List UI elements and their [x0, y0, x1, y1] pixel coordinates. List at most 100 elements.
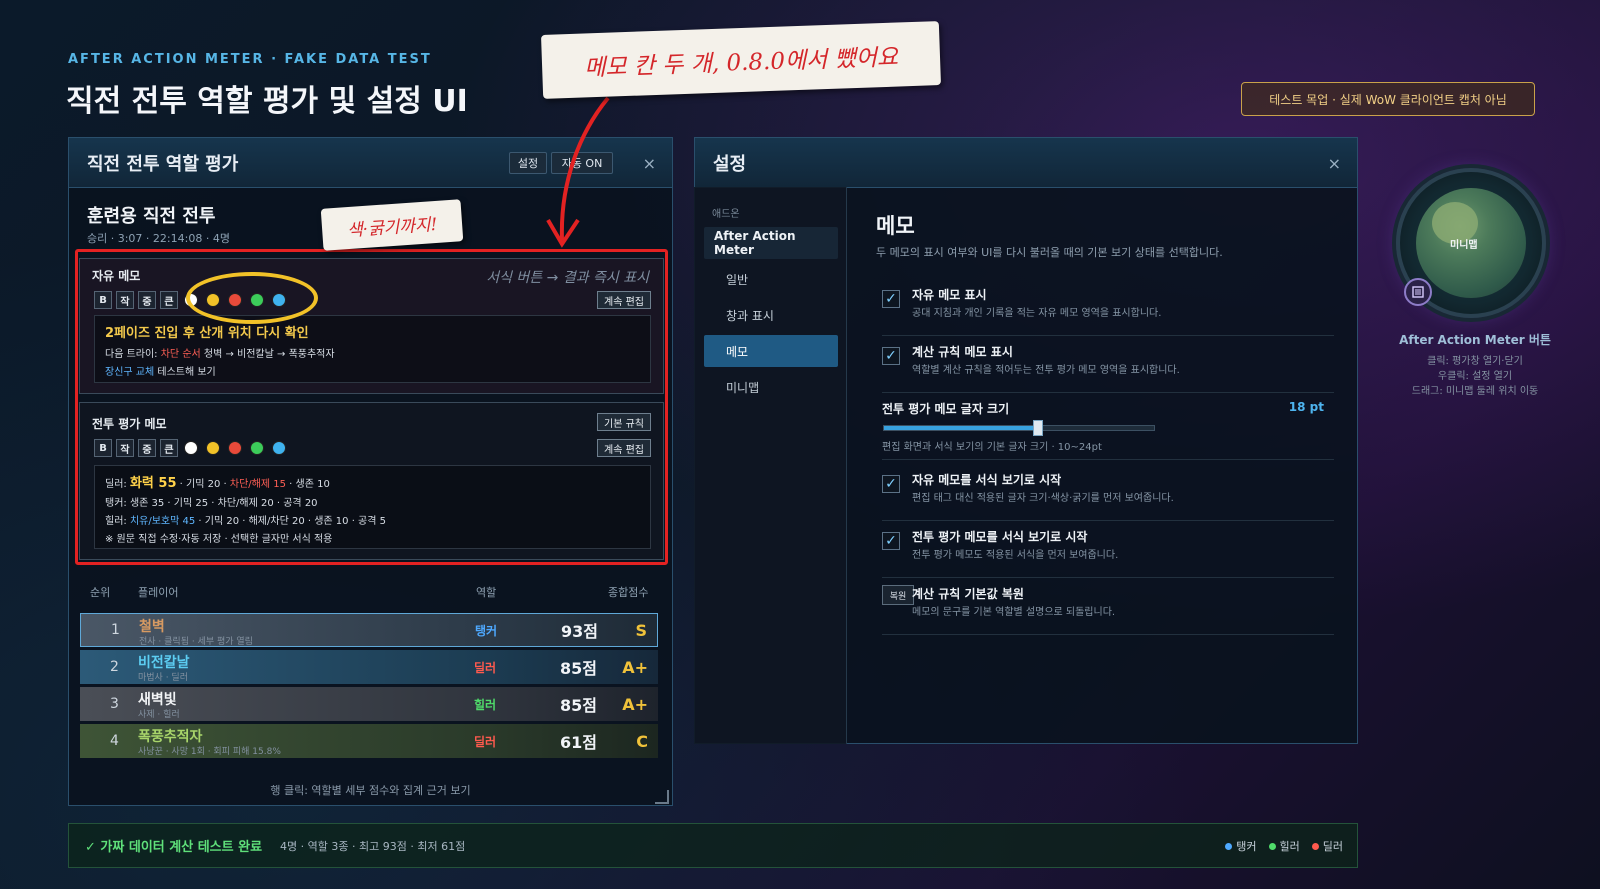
- grade-badge: A+: [622, 694, 648, 714]
- nav-item-general[interactable]: 일반: [704, 263, 838, 295]
- status-stats: 4명 · 역할 3종 · 최고 93점 · 최저 61점: [280, 839, 466, 853]
- size-small-button[interactable]: 작: [116, 439, 134, 457]
- session-name: 훈련용 직전 전투: [87, 206, 216, 227]
- section-description: 두 메모의 표시 여부와 UI를 다시 불러올 때의 기본 보기 상태를 선택합…: [876, 246, 1223, 259]
- bold-button[interactable]: B: [94, 439, 112, 457]
- slider-fill: [884, 426, 1039, 430]
- color-red-swatch[interactable]: [228, 441, 242, 455]
- grade-badge: A+: [622, 657, 648, 677]
- free-memo-line1: 2페이즈 진입 후 산개 위치 다시 확인: [105, 326, 309, 341]
- status-footer: ✓ 가짜 데이터 계산 테스트 완료 4명 · 역할 3종 · 최고 93점 ·…: [68, 823, 1358, 868]
- size-medium-button[interactable]: 중: [138, 291, 156, 309]
- battle-memo-edit-button[interactable]: 계속 편집: [597, 439, 651, 457]
- minimap-label: 미니맵: [1450, 240, 1478, 251]
- checkbox[interactable]: ✓: [882, 532, 900, 550]
- battle-memo-toolbar: B 작 중 큰: [94, 439, 288, 457]
- color-white-swatch[interactable]: [184, 293, 198, 307]
- option-restore-defaults: 복원 계산 규칙 기본값 복원 메모의 문구를 기본 역할별 설명으로 되돌립니…: [882, 585, 1334, 635]
- nav-item-addon[interactable]: After Action Meter: [704, 227, 838, 259]
- nav-item-window[interactable]: 창과 표시: [704, 299, 838, 331]
- col-role: 역할: [476, 586, 497, 599]
- minimap-button-title: After Action Meter 버튼: [1399, 333, 1551, 347]
- warning-badge: 테스트 목업 · 실제 WoW 클라이언트 캡처 아님: [1241, 82, 1535, 116]
- slider-knob[interactable]: [1033, 420, 1044, 436]
- color-yellow-swatch[interactable]: [206, 441, 220, 455]
- col-rank: 순위: [90, 586, 111, 599]
- bold-button[interactable]: B: [94, 291, 112, 309]
- battle-memo-note: ※ 원문 직접 수정·자동 저장 · 선택한 글자만 서식 적용: [105, 534, 333, 545]
- free-memo-hint: 서식 버튼 → 결과 즉시 표시: [486, 270, 649, 286]
- close-icon[interactable]: ×: [1328, 154, 1341, 173]
- size-medium-button[interactable]: 중: [138, 439, 156, 457]
- battle-memo-box: 전투 평가 메모 기본 규칙 B 작 중 큰 계속 편집 딜러: 화력 55 ·…: [79, 402, 664, 560]
- col-player: 플레이어: [138, 586, 179, 599]
- free-memo-box: 자유 메모 서식 버튼 → 결과 즉시 표시 B 작 중 큰 계속 편집 2페이…: [79, 258, 664, 394]
- free-memo-line2: 다음 트라이: 차단 순서 청벽 → 비전칼날 → 폭풍추적자: [105, 349, 335, 360]
- table-row[interactable]: 3 새벽빛 사제 · 힐러 힐러 85점 A+: [80, 687, 658, 721]
- legend-item: 힐러: [1268, 838, 1300, 854]
- eval-panel-title: 직전 전투 역할 평가: [87, 153, 239, 175]
- nav-item-memo[interactable]: 메모: [704, 335, 838, 367]
- session-meta: 승리 · 3:07 · 22:14:08 · 4명: [87, 232, 230, 245]
- color-blue-swatch[interactable]: [272, 441, 286, 455]
- color-green-swatch[interactable]: [250, 293, 264, 307]
- free-memo-edit-button[interactable]: 계속 편집: [597, 291, 651, 309]
- nav-item-minimap[interactable]: 미니맵: [704, 371, 838, 403]
- close-icon[interactable]: ×: [643, 154, 656, 173]
- slider-value: 18 pt: [1288, 400, 1324, 414]
- list-icon[interactable]: [1404, 278, 1432, 306]
- battle-memo-content[interactable]: 딜러: 화력 55 · 기믹 20 · 차단/해제 15 · 생존 10 탱커:…: [94, 465, 651, 549]
- size-large-button[interactable]: 큰: [160, 439, 178, 457]
- status-ok: ✓ 가짜 데이터 계산 테스트 완료: [85, 840, 263, 855]
- grade-badge: S: [635, 620, 647, 640]
- option-battle-memo-format-view: ✓ 전투 평가 메모를 서식 보기로 시작 전투 평가 메모도 적용된 서식을 …: [882, 528, 1334, 578]
- color-white-swatch[interactable]: [184, 441, 198, 455]
- battle-memo-heal: 힐러: 치유/보호막 45 · 기믹 20 · 해제/차단 20 · 생존 10…: [105, 516, 386, 527]
- resize-handle-icon[interactable]: [655, 790, 669, 804]
- section-title: 메모: [876, 214, 915, 238]
- checkbox[interactable]: ✓: [882, 347, 900, 365]
- role-legend: 탱커 힐러 딜러: [1225, 838, 1343, 854]
- legend-item: 탱커: [1225, 838, 1257, 854]
- legend-item: 딜러: [1311, 838, 1343, 854]
- annotation-note-top: 메모 칸 두 개, 0.8.0에서 뺐어요: [541, 21, 941, 99]
- size-small-button[interactable]: 작: [116, 291, 134, 309]
- battle-memo-label: 전투 평가 메모: [92, 417, 167, 431]
- color-blue-swatch[interactable]: [272, 293, 286, 307]
- color-green-swatch[interactable]: [250, 441, 264, 455]
- color-yellow-swatch[interactable]: [206, 293, 220, 307]
- table-row[interactable]: 4 폭풍추적자 사냥꾼 · 사망 1회 · 회피 피해 15.8% 딜러 61점…: [80, 724, 658, 758]
- nav-category-label: 애드온: [712, 209, 740, 220]
- grade-badge: C: [636, 731, 648, 751]
- option-show-free-memo: ✓ 자유 메모 표시 공대 지침과 개인 기록을 적는 자유 메모 영역을 표시…: [882, 286, 1334, 336]
- settings-panel-header[interactable]: 설정 ×: [695, 138, 1357, 188]
- battle-memo-dps: 딜러: 화력 55 · 기믹 20 · 차단/해제 15 · 생존 10: [105, 476, 330, 491]
- minimap-hint: 우클릭: 설정 열기: [1437, 371, 1513, 382]
- free-memo-label: 자유 메모: [92, 269, 141, 283]
- restore-button[interactable]: 복원: [882, 585, 914, 605]
- page-title: 직전 전투 역할 평가 및 설정 UI: [66, 84, 468, 119]
- red-arrow-icon: [546, 96, 610, 248]
- settings-panel-title: 설정: [713, 153, 747, 175]
- free-memo-line3: 장신구 교체 테스트해 보기: [105, 367, 216, 378]
- battle-memo-tank: 탱커: 생존 35 · 기믹 25 · 차단/해제 20 · 공격 20: [105, 498, 318, 509]
- font-size-slider[interactable]: [883, 420, 1155, 436]
- col-score: 종합점수: [608, 586, 649, 599]
- option-show-rule-memo: ✓ 계산 규칙 메모 표시 역할별 계산 규칙을 적어두는 전투 평가 메모 영…: [882, 343, 1334, 393]
- eyebrow-label: AFTER ACTION METER · FAKE DATA TEST: [68, 52, 432, 67]
- color-red-swatch[interactable]: [228, 293, 242, 307]
- table-footer-hint: 행 클릭: 역할별 세부 점수와 집계 근거 보기: [270, 784, 471, 797]
- minimap-hint: 드래그: 미니맵 둘레 위치 이동: [1411, 386, 1539, 397]
- minimap-hint: 클릭: 평가창 열기·닫기: [1427, 356, 1523, 367]
- table-row[interactable]: 1 철벽 전사 · 클릭됨 · 세부 평가 열림 탱커 93점 S: [80, 613, 658, 647]
- checkbox[interactable]: ✓: [882, 475, 900, 493]
- settings-nav: 애드온 After Action Meter 일반 창과 표시 메모 미니맵: [694, 187, 847, 744]
- option-free-memo-format-view: ✓ 자유 메모를 서식 보기로 시작 편집 태그 대신 적용된 글자 크기·색상…: [882, 471, 1334, 521]
- free-memo-content[interactable]: 2페이즈 진입 후 산개 위치 다시 확인 다음 트라이: 차단 순서 청벽 →…: [94, 315, 651, 383]
- size-large-button[interactable]: 큰: [160, 291, 178, 309]
- checkbox[interactable]: ✓: [882, 290, 900, 308]
- free-memo-toolbar: B 작 중 큰: [94, 291, 288, 309]
- default-rules-button[interactable]: 기본 규칙: [597, 413, 651, 431]
- table-header: 순위 플레이어 역할 종합점수: [88, 584, 658, 604]
- table-row[interactable]: 2 비전칼날 마법사 · 딜러 딜러 85점 A+: [80, 650, 658, 684]
